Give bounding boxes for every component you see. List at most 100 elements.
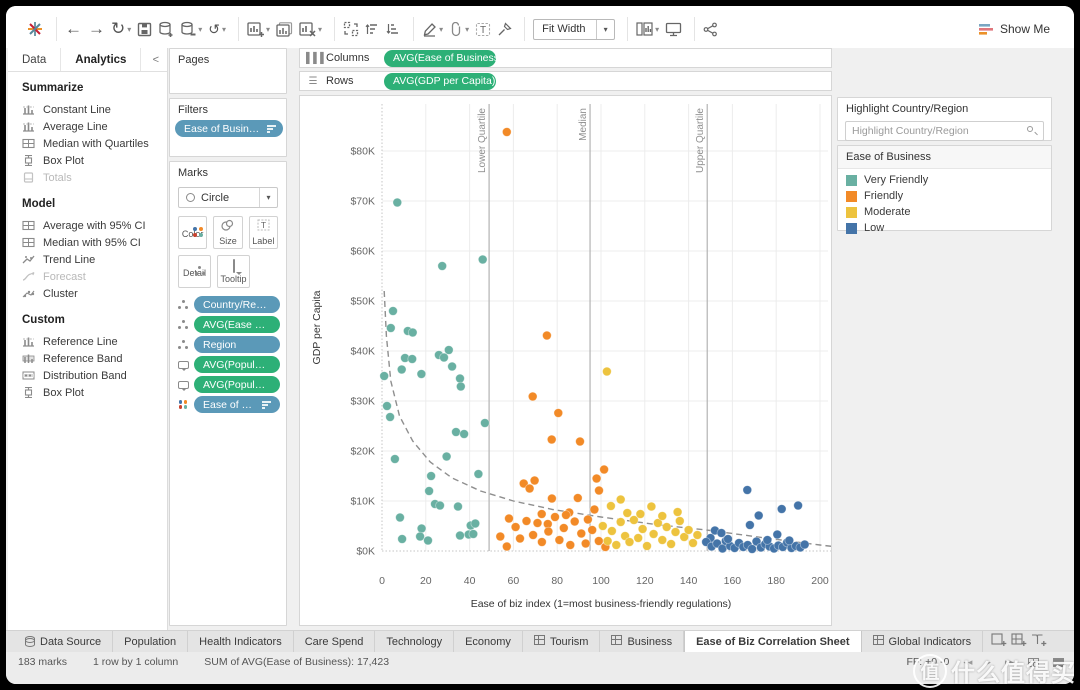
- mark-very-friendly[interactable]: [388, 306, 398, 316]
- sheet-tab-health-indicators[interactable]: Health Indicators: [188, 631, 294, 652]
- forward-icon[interactable]: →: [88, 19, 105, 39]
- marks-pill[interactable]: Ease of Busine..: [194, 396, 280, 413]
- mark-very-friendly[interactable]: [459, 429, 469, 439]
- mark-very-friendly[interactable]: [441, 451, 452, 462]
- mark-moderate[interactable]: [683, 525, 694, 535]
- show-me-button[interactable]: Show Me: [978, 22, 1064, 36]
- mark-moderate[interactable]: [607, 526, 617, 536]
- mark-friendly[interactable]: [558, 523, 569, 533]
- mark-low[interactable]: [799, 539, 810, 550]
- fix-axes-icon[interactable]: [497, 21, 512, 37]
- mark-very-friendly[interactable]: [435, 500, 445, 511]
- mark-low[interactable]: [723, 534, 733, 544]
- mark-friendly[interactable]: [521, 516, 532, 526]
- mark-friendly[interactable]: [591, 473, 602, 484]
- back-icon[interactable]: ←: [65, 19, 82, 39]
- chevron-down-icon[interactable]: ▾: [259, 188, 277, 207]
- new-dashboard-button[interactable]: [1011, 633, 1027, 650]
- mark-very-friendly[interactable]: [437, 261, 448, 271]
- mark-moderate[interactable]: [646, 501, 657, 512]
- legend-item-friendly[interactable]: Friendly: [846, 190, 1043, 202]
- new-data-source-icon[interactable]: [158, 21, 174, 37]
- mark-very-friendly[interactable]: [424, 486, 434, 496]
- last-sheet-icon[interactable]: ▸▸: [1005, 657, 1014, 668]
- worksheet-view[interactable]: Lower Quartile Median Upper Quartile $0K $10…: [299, 95, 834, 626]
- mark-friendly[interactable]: [576, 528, 587, 539]
- highlight-pen-icon[interactable]: ▾: [422, 22, 443, 37]
- mark-friendly[interactable]: [502, 127, 512, 137]
- pause-updates-icon[interactable]: ▾: [180, 21, 202, 37]
- mark-moderate[interactable]: [606, 501, 616, 511]
- mark-friendly[interactable]: [510, 522, 521, 532]
- mark-very-friendly[interactable]: [456, 381, 466, 392]
- mark-friendly[interactable]: [583, 514, 593, 525]
- mark-moderate[interactable]: [635, 509, 646, 519]
- rows-pill[interactable]: AVG(GDP per Capita): [384, 72, 496, 90]
- mark-very-friendly[interactable]: [382, 401, 392, 411]
- analytics-item-median-with-quartiles[interactable]: Median with Quartiles: [22, 135, 167, 152]
- analytics-item-distribution-band[interactable]: Distribution Band: [22, 367, 167, 384]
- mark-very-friendly[interactable]: [390, 454, 400, 464]
- mark-friendly[interactable]: [547, 493, 557, 504]
- mark-friendly[interactable]: [527, 391, 538, 402]
- mark-moderate[interactable]: [615, 517, 626, 527]
- analytics-item-box-plot[interactable]: Box Plot: [22, 384, 167, 401]
- mark-friendly[interactable]: [572, 493, 583, 503]
- marks-pill[interactable]: Region: [194, 336, 280, 353]
- fit-dropdown[interactable]: Fit Width ▾: [533, 18, 616, 40]
- mark-low[interactable]: [753, 510, 764, 521]
- duplicate-sheet-icon[interactable]: [276, 21, 293, 37]
- tab-analytics[interactable]: Analytics: [61, 48, 142, 71]
- mark-very-friendly[interactable]: [415, 531, 425, 542]
- mark-low[interactable]: [772, 529, 783, 540]
- show-mark-labels-icon[interactable]: T: [475, 22, 491, 37]
- sheet-tab-tourism[interactable]: Tourism: [523, 631, 601, 652]
- analytics-item-box-plot[interactable]: Box Plot: [22, 152, 167, 169]
- mark-very-friendly[interactable]: [473, 469, 484, 479]
- mark-very-friendly[interactable]: [392, 197, 403, 208]
- sheet-tab-economy[interactable]: Economy: [454, 631, 523, 652]
- collapse-pane-icon[interactable]: <: [153, 54, 167, 66]
- mark-very-friendly[interactable]: [470, 518, 481, 529]
- mark-friendly[interactable]: [575, 436, 585, 447]
- detail-button[interactable]: Detail: [178, 255, 211, 288]
- show-tabs-icon[interactable]: [1053, 657, 1064, 667]
- label-button[interactable]: T Label: [248, 216, 278, 249]
- mark-very-friendly[interactable]: [396, 364, 407, 375]
- mark-friendly[interactable]: [565, 540, 576, 550]
- mark-friendly[interactable]: [524, 483, 535, 494]
- mark-friendly[interactable]: [594, 485, 604, 496]
- legend-item-very-friendly[interactable]: Very Friendly: [846, 174, 1043, 186]
- mark-moderate[interactable]: [672, 507, 683, 517]
- group-members-icon[interactable]: ▾: [449, 21, 469, 37]
- mark-moderate[interactable]: [637, 524, 648, 534]
- tab-data-source[interactable]: Data Source: [14, 631, 114, 652]
- mark-friendly[interactable]: [561, 510, 571, 520]
- filters-shelf[interactable]: Filters Ease of Business (cl..: [169, 98, 287, 157]
- mark-moderate[interactable]: [597, 521, 608, 531]
- mark-very-friendly[interactable]: [385, 412, 395, 422]
- analytics-item-trend-line[interactable]: Trend Line: [22, 251, 167, 268]
- mark-low[interactable]: [742, 485, 753, 495]
- mark-moderate[interactable]: [666, 539, 676, 549]
- mark-very-friendly[interactable]: [426, 471, 436, 481]
- mark-friendly[interactable]: [587, 525, 598, 535]
- mark-friendly[interactable]: [580, 538, 591, 549]
- mark-moderate[interactable]: [657, 535, 668, 545]
- sheet-tab-population[interactable]: Population: [113, 631, 189, 652]
- tab-data[interactable]: Data: [8, 48, 62, 71]
- mark-moderate[interactable]: [615, 494, 626, 505]
- mark-low[interactable]: [745, 520, 755, 530]
- mark-very-friendly[interactable]: [480, 418, 490, 428]
- marks-pill[interactable]: AVG(Population ..: [194, 376, 280, 393]
- sheet-tab-ease-of-biz-correlation-sheet[interactable]: Ease of Biz Correlation Sheet: [684, 631, 862, 652]
- mark-moderate[interactable]: [602, 536, 613, 546]
- new-worksheet-button[interactable]: [991, 633, 1007, 650]
- refresh-icon[interactable]: ↺ ▾: [208, 21, 226, 38]
- marks-pill[interactable]: AVG(Ease of Busi..: [194, 316, 280, 333]
- mark-very-friendly[interactable]: [386, 323, 396, 333]
- sheet-tab-technology[interactable]: Technology: [375, 631, 455, 652]
- first-sheet-icon[interactable]: ◂◂: [963, 657, 972, 668]
- analytics-item-reference-band[interactable]: Reference Band: [22, 350, 167, 367]
- mark-low[interactable]: [784, 535, 795, 546]
